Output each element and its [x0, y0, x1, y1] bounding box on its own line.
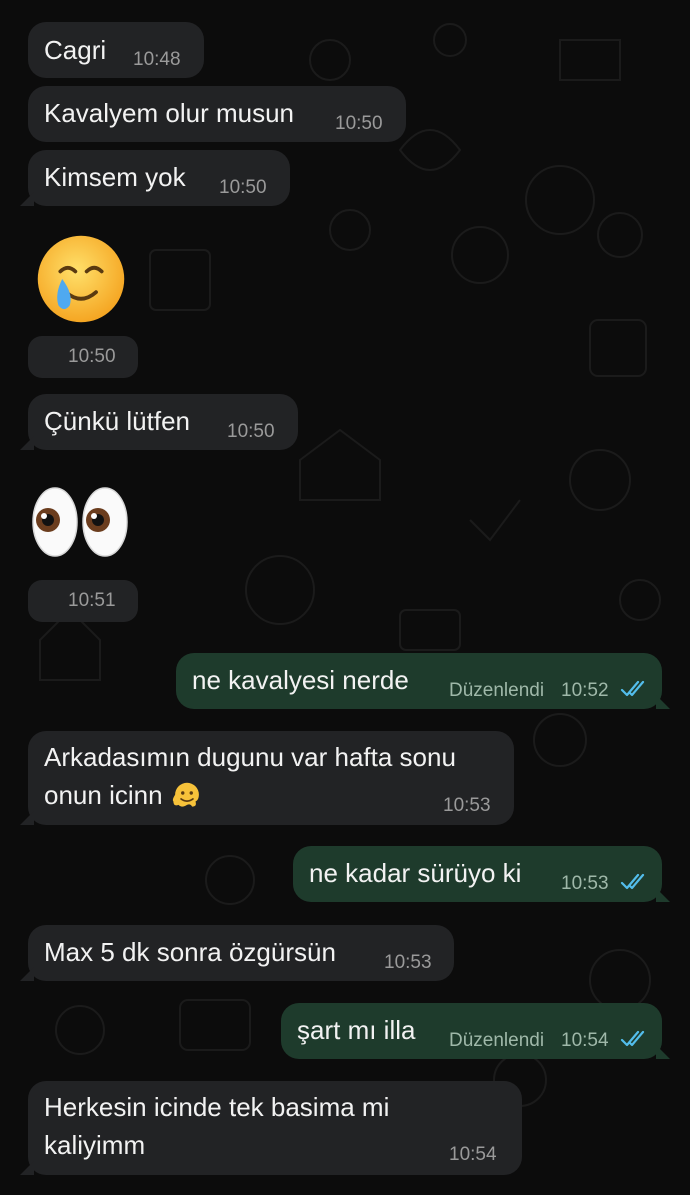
message-text: Cagri — [44, 35, 107, 65]
message-time: 10:52 — [561, 680, 609, 701]
message-time: 10:51 — [68, 590, 116, 611]
message-text-line1: Arkadasımın dugunu var hafta sonu — [44, 742, 456, 772]
message-time: 10:48 — [133, 49, 181, 70]
edited-label: Düzenlendi — [449, 1030, 545, 1051]
message-time: 10:50 — [335, 113, 383, 134]
message-text: ne kadar sürüyo ki — [309, 858, 522, 888]
message-text-line2: kaliyimm — [44, 1130, 146, 1160]
message-time: 10:50 — [227, 421, 275, 442]
message-text-line2: onun icinn — [44, 780, 163, 810]
message-time: 10:53 — [443, 795, 491, 816]
edited-label: Düzenlendi — [449, 680, 545, 701]
eyes-icon — [32, 487, 128, 557]
message-text: ne kavalyesi nerde — [192, 665, 409, 695]
message-outgoing[interactable]: şart mı illa Düzenlendi 10:54 — [281, 1003, 670, 1059]
smiling-face-with-tear-icon — [37, 235, 125, 323]
double-check-read-icon — [620, 1030, 645, 1047]
double-check-read-icon — [620, 680, 645, 697]
message-incoming[interactable]: Cagri 10:48 — [28, 22, 204, 78]
message-time: 10:54 — [561, 1030, 609, 1051]
message-text-line1: Herkesin icinde tek basima mi — [44, 1092, 390, 1122]
message-outgoing[interactable]: ne kadar sürüyo ki 10:53 — [293, 846, 670, 902]
chat-area[interactable]: Cagri 10:48 Kavalyem olur musun 10:50 Ki… — [0, 0, 690, 1195]
message-outgoing[interactable]: ne kavalyesi nerde Düzenlendi 10:52 — [176, 653, 670, 709]
message-text: Max 5 dk sonra özgürsün — [44, 937, 336, 967]
message-incoming[interactable]: Çünkü lütfen 10:50 — [20, 394, 298, 450]
message-incoming[interactable]: Kavalyem olur musun 10:50 — [28, 86, 406, 142]
melting-face-icon — [172, 782, 199, 807]
message-incoming[interactable]: Max 5 dk sonra özgürsün 10:53 — [20, 925, 454, 981]
message-time: 10:53 — [384, 952, 432, 973]
double-check-read-icon — [620, 873, 645, 890]
message-text-line2-wrapper: onun icinn — [44, 776, 204, 814]
message-incoming[interactable]: Kimsem yok 10:50 — [20, 150, 290, 206]
message-time: 10:50 — [219, 177, 267, 198]
message-incoming[interactable]: 10:50 — [28, 336, 138, 378]
message-text: Kavalyem olur musun — [44, 98, 294, 128]
message-text: Çünkü lütfen — [44, 406, 190, 436]
message-time: 10:50 — [68, 346, 116, 367]
message-incoming[interactable]: 10:51 — [28, 580, 138, 622]
message-time: 10:53 — [561, 873, 609, 894]
message-text: Kimsem yok — [44, 162, 186, 192]
message-text: şart mı illa — [297, 1015, 416, 1045]
message-incoming[interactable]: Herkesin icinde tek basima mi kaliyimm 1… — [20, 1081, 522, 1175]
message-time: 10:54 — [449, 1144, 497, 1165]
message-incoming[interactable]: Arkadasımın dugunu var hafta sonu onun i… — [20, 731, 514, 825]
